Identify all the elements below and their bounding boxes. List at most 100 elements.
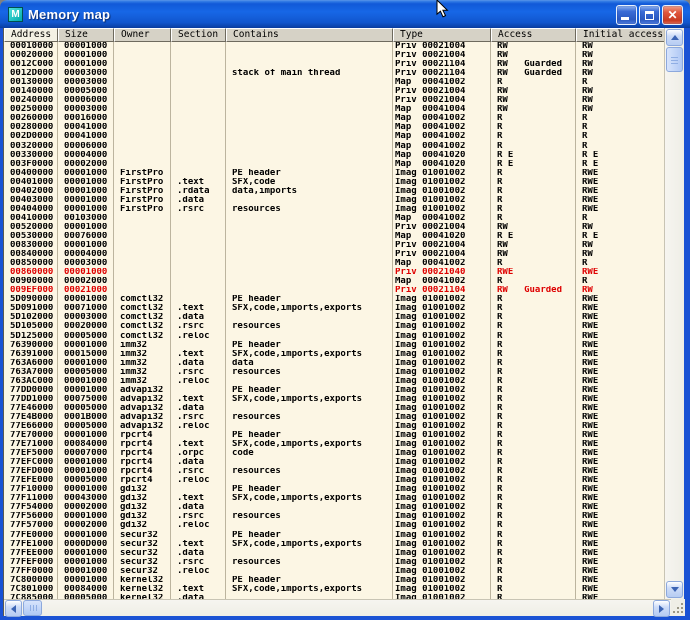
horizontal-scrollbar[interactable]: [4, 599, 685, 616]
maximize-icon: [645, 11, 654, 20]
cell-address: 77FF0000: [4, 567, 58, 576]
cell-owner: [114, 78, 171, 87]
column-header-address[interactable]: Address: [4, 28, 58, 42]
column-header-owner[interactable]: Owner: [114, 28, 171, 42]
cell-section: .data: [171, 503, 226, 512]
table-row[interactable]: 0040300000001000FirstPro.dataImag 010010…: [4, 196, 665, 205]
cell-access: R: [491, 503, 576, 512]
close-button[interactable]: ✕: [662, 5, 683, 25]
table-row[interactable]: 77FF000000001000secur32.relocImag 010010…: [4, 567, 665, 576]
column-header-access[interactable]: Access: [491, 28, 576, 42]
table-row[interactable]: 77EFD00000001000rpcrt4.rsrcresourcesImag…: [4, 467, 665, 476]
table-row[interactable]: 0053000000076000Map 00041020R ER E: [4, 232, 665, 241]
cell-contains: [226, 259, 393, 268]
scroll-right-button[interactable]: [653, 600, 670, 617]
table-row[interactable]: 77E6600000005000advapi32.relocImag 01001…: [4, 422, 665, 431]
table-row[interactable]: 0040000000001000FirstProPE headerImag 01…: [4, 169, 665, 178]
column-header-contains[interactable]: Contains: [226, 28, 393, 42]
table-row[interactable]: 0002000000001000Priv 00021004RWRW: [4, 51, 665, 60]
table-row[interactable]: 0014000000005000Priv 00021004RWRW: [4, 87, 665, 96]
resize-grip[interactable]: [671, 599, 685, 616]
table-row[interactable]: 77F1000000001000gdi32PE headerImag 01001…: [4, 485, 665, 494]
table-row[interactable]: 5D12500000005000comctl32.relocImag 01001…: [4, 332, 665, 341]
table-row[interactable]: 77E4B0000001B000advapi32.rsrcresourcesIm…: [4, 413, 665, 422]
cell-section: [171, 241, 226, 250]
cell-contains: stack of main thread: [226, 69, 393, 78]
scroll-left-button[interactable]: [5, 600, 22, 617]
table-row[interactable]: 0040400000001000FirstPro.rsrcresourcesIm…: [4, 205, 665, 214]
vertical-scrollbar[interactable]: [664, 28, 684, 599]
table-row[interactable]: 77EFC00000001000rpcrt4.dataImag 01001002…: [4, 458, 665, 467]
table-row[interactable]: 77EFE00000005000rpcrt4.relocImag 0100100…: [4, 476, 665, 485]
table-row[interactable]: 763AC00000001000imm32.relocImag 01001002…: [4, 377, 665, 386]
table-row[interactable]: 77E4600000005000advapi32.dataImag 010010…: [4, 404, 665, 413]
table-row[interactable]: 0025000000003000Map 00041004RWRW: [4, 105, 665, 114]
cell-address: 00830000: [4, 241, 58, 250]
vertical-scroll-thumb[interactable]: [666, 47, 683, 72]
table-row[interactable]: 0001000000001000Priv 00021004RWRW: [4, 42, 665, 51]
table-row[interactable]: 763A700000005000imm32.rsrcresourcesImag …: [4, 368, 665, 377]
table-row[interactable]: 77F1100000043000gdi32.textSFX,code,impor…: [4, 494, 665, 503]
table-row[interactable]: 002D000000041000Map 00041002RR: [4, 132, 665, 141]
table-row[interactable]: 77FE000000001000secur32PE headerImag 010…: [4, 531, 665, 540]
minimize-button[interactable]: [616, 5, 637, 25]
column-header-initial[interactable]: Initial access: [576, 28, 665, 42]
horizontal-scroll-thumb[interactable]: [23, 600, 42, 616]
column-header-section[interactable]: Section: [171, 28, 226, 42]
table-row[interactable]: 0012D00000003000stack of main threadPriv…: [4, 69, 665, 78]
cell-access: R: [491, 449, 576, 458]
cell-access: R: [491, 467, 576, 476]
cell-contains: [226, 123, 393, 132]
table-row[interactable]: 5D10500000020000comctl32.rsrcresourcesIm…: [4, 322, 665, 331]
column-header-type[interactable]: Type: [393, 28, 491, 42]
table-row[interactable]: 7639100000015000imm32.textSFX,code,impor…: [4, 350, 665, 359]
cell-contains: [226, 160, 393, 169]
table-row[interactable]: 0052000000001000Priv 00021004RWRW: [4, 223, 665, 232]
scroll-down-button[interactable]: [666, 581, 683, 598]
cell-type: Map 00041020: [393, 160, 491, 169]
table-row[interactable]: 0086000000001000Priv 00021040RWERWE: [4, 268, 665, 277]
table-row[interactable]: 0040100000001000FirstPro.textSFX,codeIma…: [4, 178, 665, 187]
table-row[interactable]: 0024000000006000Priv 00021004RWRW: [4, 96, 665, 105]
table-row[interactable]: 77EF500000007000rpcrt4.orpccodeImag 0100…: [4, 449, 665, 458]
table-row[interactable]: 77F5400000002000gdi32.dataImag 01001002R…: [4, 503, 665, 512]
cell-size: 00001000: [58, 205, 114, 214]
scroll-up-button[interactable]: [666, 29, 683, 46]
table-row[interactable]: 0026000000016000Map 00041002RR: [4, 114, 665, 123]
table-row[interactable]: 0083000000001000Priv 00021004RWRW: [4, 241, 665, 250]
table-row[interactable]: 77FEF00000001000secur32.rsrcresourcesIma…: [4, 558, 665, 567]
table-row[interactable]: 0028000000041000Map 00041002RR: [4, 123, 665, 132]
table-row[interactable]: 7C80000000001000kernel32PE headerImag 01…: [4, 576, 665, 585]
table-row[interactable]: 7C80100000084000kernel32.textSFX,code,im…: [4, 585, 665, 594]
table-row[interactable]: 009EF00000021000Priv 00021104RW GuardedR…: [4, 286, 665, 295]
table-row[interactable]: 0040200000001000FirstPro.rdatadata,impor…: [4, 187, 665, 196]
table-row[interactable]: 0033000000004000Map 00041020R ER E: [4, 151, 665, 160]
table-row[interactable]: 77FE10000000D000secur32.textSFX,code,imp…: [4, 540, 665, 549]
table-row[interactable]: 77F5600000001000gdi32.rsrcresourcesImag …: [4, 512, 665, 521]
table-row[interactable]: 0085000000003000Map 00041002RR: [4, 259, 665, 268]
table-row[interactable]: 0090000000002000Map 00041002RR: [4, 277, 665, 286]
table-row[interactable]: 5D10200000003000comctl32.dataImag 010010…: [4, 313, 665, 322]
table-row[interactable]: 77DD000000001000advapi32PE headerImag 01…: [4, 386, 665, 395]
table-row[interactable]: 0012C00000001000Priv 00021104RW GuardedR…: [4, 60, 665, 69]
table-row[interactable]: 763A600000001000imm32.datadataImag 01001…: [4, 359, 665, 368]
table-row[interactable]: 7639000000001000imm32PE headerImag 01001…: [4, 341, 665, 350]
table-row[interactable]: 77DD100000075000advapi32.textSFX,code,im…: [4, 395, 665, 404]
table-row[interactable]: 003F000000002000Map 00041020R ER E: [4, 160, 665, 169]
table-row[interactable]: 77E7000000001000rpcrt4PE headerImag 0100…: [4, 431, 665, 440]
maximize-button[interactable]: [639, 5, 660, 25]
table-row[interactable]: 0041000000103000Map 00041002RR: [4, 214, 665, 223]
table-row[interactable]: 5D09100000071000comctl32.textSFX,code,im…: [4, 304, 665, 313]
table-row[interactable]: 77FEE00000001000secur32.dataImag 0100100…: [4, 549, 665, 558]
cell-type: Imag 01001002: [393, 476, 491, 485]
table-row[interactable]: 0013000000003000Map 00041002RR: [4, 78, 665, 87]
title-bar[interactable]: M Memory map ✕: [0, 0, 690, 28]
table-row[interactable]: 77F5700000002000gdi32.relocImag 01001002…: [4, 521, 665, 530]
table-row[interactable]: 0084000000004000Priv 00021004RWRW: [4, 250, 665, 259]
cell-access: R: [491, 322, 576, 331]
table-row[interactable]: 5D09000000001000comctl32PE headerImag 01…: [4, 295, 665, 304]
cell-size: 00002000: [58, 521, 114, 530]
column-header-size[interactable]: Size: [58, 28, 114, 42]
table-row[interactable]: 77E7100000084000rpcrt4.textSFX,code,impo…: [4, 440, 665, 449]
table-row[interactable]: 0032000000006000Map 00041002RR: [4, 142, 665, 151]
